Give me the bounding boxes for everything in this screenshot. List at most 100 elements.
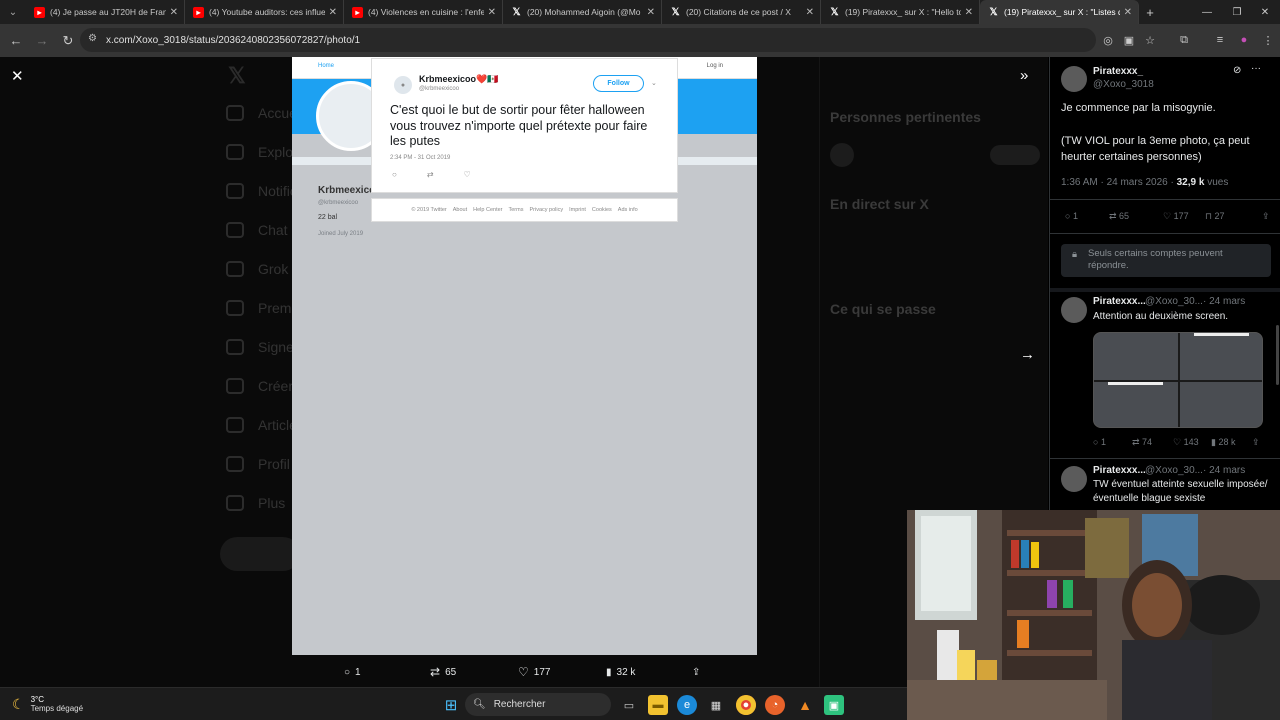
- close-tab-icon[interactable]: ✕: [170, 7, 178, 18]
- screenshot-tweet-author: Krbmeexicoo❤️🇲🇽: [419, 74, 499, 84]
- browser-tab-7[interactable]: 𝕏 (19) Piratexxx_ sur X : "Listes de ✕: [980, 0, 1139, 24]
- browser-menu-icon[interactable]: ⋮: [1258, 29, 1278, 51]
- media-reply-button[interactable]: ○ 1: [344, 667, 361, 678]
- close-tab-icon[interactable]: ✕: [488, 7, 496, 18]
- scrollbar-thumb[interactable]: [1276, 325, 1279, 385]
- bg-nav-chat: Chat: [226, 222, 288, 238]
- reply-avatar[interactable]: [1061, 297, 1087, 323]
- person-icon: [226, 456, 244, 472]
- media-views-button[interactable]: ▮ 32 k: [606, 667, 635, 678]
- browser-tab-4[interactable]: 𝕏 (20) Mohammed Aigoin (@Mo ✕: [503, 0, 662, 24]
- chrome-icon[interactable]: ●: [736, 695, 756, 715]
- browser-tab-3[interactable]: ▸ (4) Violences en cuisine : l'enfe ✕: [344, 0, 503, 24]
- reply-text: Attention au deuxième screen.: [1093, 311, 1229, 322]
- like-button[interactable]: ♡ 177: [1163, 211, 1189, 222]
- weather-widget[interactable]: ☾ 3°C Temps dégagé: [12, 695, 83, 713]
- author-avatar[interactable]: [1061, 66, 1087, 92]
- screenshot-tweet-avatar: ●: [394, 76, 412, 94]
- file-explorer-icon[interactable]: ▬: [648, 695, 668, 715]
- close-tab-icon[interactable]: ✕: [806, 7, 814, 18]
- views-button[interactable]: ▮ 28 k: [1211, 437, 1235, 448]
- task-view-icon[interactable]: ▭: [619, 695, 639, 715]
- reply-button[interactable]: ○ 1: [1093, 437, 1106, 447]
- views-chart-icon: ▮: [606, 666, 612, 678]
- customize-icon[interactable]: ≡: [1210, 29, 1230, 51]
- bookmark-button[interactable]: ⊓ 27: [1205, 211, 1225, 222]
- browser-tab-5[interactable]: 𝕏 (20) Citations de ce post / X ✕: [662, 0, 821, 24]
- reply-date[interactable]: · 24 mars: [1203, 465, 1245, 476]
- article-icon: [226, 417, 244, 433]
- more-options-icon[interactable]: ···: [1251, 63, 1261, 74]
- edge-icon[interactable]: e: [677, 695, 697, 715]
- divider: [1050, 233, 1280, 234]
- close-tab-icon[interactable]: ✕: [1124, 7, 1132, 18]
- footer-link: About: [452, 207, 468, 213]
- share-icon[interactable]: ⇪: [1252, 437, 1260, 448]
- reply-date[interactable]: · 24 mars: [1203, 296, 1245, 307]
- screenshot-profile-joined: Joined July 2019: [318, 231, 364, 237]
- maximize-icon[interactable]: ❐: [1222, 0, 1252, 24]
- media-like-button[interactable]: ♡ 177: [518, 665, 550, 679]
- author-handle[interactable]: @Xoxo_3018: [1093, 79, 1154, 90]
- reply-avatar[interactable]: [1061, 466, 1087, 492]
- address-bar[interactable]: ⚙ x.com/Xoxo_3018/status/203624080235607…: [80, 28, 1096, 52]
- screenshot-tweet-actions: ○ ⇄ ♡: [392, 170, 471, 179]
- footer-link: Privacy policy: [529, 207, 564, 213]
- bg-heading-relevant-people: Personnes pertinentes: [830, 109, 981, 125]
- close-window-icon[interactable]: ✕: [1250, 0, 1280, 24]
- repost-icon: ⇄: [430, 665, 441, 679]
- post-view-count: 32,9 k: [1176, 177, 1205, 188]
- close-viewer-icon[interactable]: ✕: [11, 67, 24, 85]
- forward-icon[interactable]: →: [30, 29, 54, 53]
- site-info-icon[interactable]: ⚙: [88, 33, 97, 44]
- x-icon: 𝕏: [671, 6, 680, 18]
- minimize-icon[interactable]: —: [1192, 0, 1222, 24]
- divider: [1050, 458, 1280, 459]
- reply-icon: ○: [392, 170, 397, 179]
- extensions-icon[interactable]: ⧉: [1174, 29, 1194, 51]
- collapse-panel-icon[interactable]: »: [1020, 67, 1028, 84]
- bookmark-star-icon[interactable]: ☆: [1140, 29, 1160, 51]
- grok-icon[interactable]: ⊘: [1233, 65, 1241, 76]
- browser-tab-2[interactable]: ▸ (4) Youtube auditors: ces influe ✕: [185, 0, 344, 24]
- next-photo-icon[interactable]: →: [1020, 346, 1035, 363]
- install-app-icon[interactable]: ▣: [1119, 29, 1139, 51]
- browser-tab-1[interactable]: ▸ (4) Je passe au JT20H de France ✕: [26, 0, 185, 24]
- windows-start-icon[interactable]: ⊞: [441, 695, 461, 715]
- premium-icon: [226, 300, 244, 316]
- password-icon[interactable]: ◎: [1098, 29, 1118, 51]
- app-icon[interactable]: ▣: [824, 695, 844, 715]
- reply-author-name[interactable]: Piratexxx...: [1093, 465, 1146, 476]
- browser-tab-6[interactable]: 𝕏 (19) Piratexxx_ sur X : "Hello to ✕: [821, 0, 980, 24]
- share-icon[interactable]: ⇪: [1262, 211, 1270, 222]
- repost-button[interactable]: ⇄ 65: [1109, 211, 1129, 222]
- repost-button[interactable]: ⇄ 74: [1132, 437, 1152, 448]
- back-icon[interactable]: ←: [4, 29, 28, 53]
- screenshot-profile-bio: 22 bal: [318, 214, 338, 221]
- vlc-icon[interactable]: ▲: [795, 695, 815, 715]
- close-tab-icon[interactable]: ✕: [647, 7, 655, 18]
- bg-nav-grok: Grok: [226, 261, 288, 277]
- reply-image-grid[interactable]: [1093, 332, 1263, 428]
- reload-icon[interactable]: ↻: [56, 29, 80, 53]
- reply-author-handle[interactable]: @Xoxo_30...: [1145, 465, 1203, 476]
- x-icon: 𝕏: [989, 6, 998, 18]
- reply-author-handle[interactable]: @Xoxo_30...: [1145, 296, 1203, 307]
- media-share-button[interactable]: ⇪: [692, 667, 700, 678]
- close-tab-icon[interactable]: ✕: [965, 7, 973, 18]
- profile-icon[interactable]: ●: [1234, 29, 1254, 51]
- tab-search-chevron-icon[interactable]: ⌄: [0, 0, 26, 24]
- reply-author-name[interactable]: Piratexxx...: [1093, 296, 1146, 307]
- firefox-icon[interactable]: ◔: [765, 695, 785, 715]
- media-repost-button[interactable]: ⇄ 65: [430, 665, 456, 679]
- new-tab-button[interactable]: +: [1139, 5, 1161, 20]
- taskbar-search[interactable]: 🔍︎ Rechercher: [465, 693, 611, 716]
- like-button[interactable]: ♡ 143: [1173, 437, 1199, 448]
- screenshot-nav-home: Home: [318, 63, 335, 69]
- close-tab-icon[interactable]: ✕: [329, 7, 337, 18]
- moon-icon: ☾: [12, 695, 25, 712]
- footer-link: Help Center: [473, 207, 503, 213]
- reply-button[interactable]: ○ 1: [1065, 211, 1078, 221]
- store-icon[interactable]: ▦: [706, 695, 726, 715]
- author-name[interactable]: Piratexxx_: [1093, 66, 1143, 77]
